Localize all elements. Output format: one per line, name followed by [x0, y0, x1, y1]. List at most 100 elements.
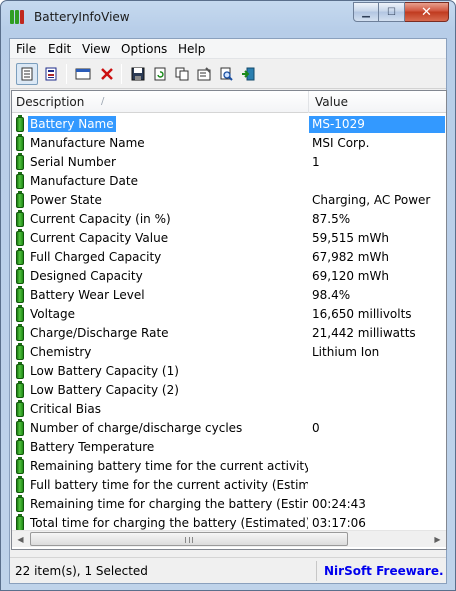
menu-view[interactable]: View [82, 42, 110, 56]
battery-icon [16, 514, 24, 531]
table-row[interactable]: Remaining battery time for the current a… [12, 457, 446, 476]
status-bar: 22 item(s), 1 Selected NirSoft Freeware.… [10, 557, 448, 583]
table-row[interactable]: Low Battery Capacity (1) [12, 362, 446, 381]
battery-icon [16, 476, 24, 493]
row-description: Current Capacity Value [30, 231, 169, 245]
close-icon: ✕ [421, 4, 432, 20]
scroll-right-icon[interactable]: ▶ [429, 531, 446, 548]
row-description: Remaining battery time for the current a… [30, 459, 308, 473]
row-description: Manufacture Date [30, 174, 138, 188]
title-bar[interactable]: BatteryInfoView ▁ ☐ ✕ [1, 1, 455, 35]
column-header-value[interactable]: Value [315, 95, 348, 109]
column-header-description[interactable]: Description [16, 95, 84, 109]
battery-icon [16, 191, 24, 208]
select-all-icon[interactable] [72, 63, 94, 85]
table-row[interactable]: Current Capacity Value 59,515 mWh [12, 229, 446, 248]
battery-icon [16, 115, 24, 132]
row-description: Low Battery Capacity (2) [30, 383, 179, 397]
table-row[interactable]: Power State Charging, AC Power [12, 191, 446, 210]
table-row[interactable]: Number of charge/discharge cycles 0 [12, 419, 446, 438]
table-row[interactable]: Battery Temperature [12, 438, 446, 457]
menu-file[interactable]: File [16, 42, 36, 56]
minimize-button[interactable]: ▁ [353, 2, 379, 22]
battery-icon [16, 419, 24, 436]
toolbar-separator [66, 64, 67, 84]
row-value: MSI Corp. [312, 136, 370, 150]
row-description: Battery Wear Level [30, 288, 145, 302]
row-description: Designed Capacity [30, 269, 143, 283]
scrollbar-thumb[interactable] [30, 532, 348, 546]
battery-icon [16, 400, 24, 417]
battery-icon [16, 172, 24, 189]
list-rows: Battery Name MS-1029 Manufacture Name MSI C… [12, 115, 446, 533]
table-row[interactable]: Battery Name MS-1029 [12, 115, 446, 134]
app-window: BatteryInfoView ▁ ☐ ✕ File Edit View Opt… [0, 0, 456, 591]
html-report-icon[interactable] [40, 63, 62, 85]
row-description: Battery Name [28, 116, 116, 132]
row-value: 98.4% [312, 288, 351, 302]
refresh-icon[interactable] [149, 63, 171, 85]
properties-dialog-icon[interactable] [193, 63, 215, 85]
horizontal-scrollbar[interactable]: ◀ ▶ [12, 530, 446, 547]
battery-icon [16, 267, 24, 284]
status-separator [316, 561, 317, 581]
battery-icon [16, 305, 24, 322]
table-row[interactable]: Chemistry Lithium Ion [12, 343, 446, 362]
row-description: Remaining time for charging the battery … [30, 497, 308, 511]
list-header: Description / Value [12, 91, 446, 113]
row-value: 1 [312, 155, 320, 169]
scrollbar-grip-icon [185, 537, 193, 543]
save-icon[interactable] [127, 63, 149, 85]
table-row[interactable]: Serial Number 1 [12, 153, 446, 172]
table-row[interactable]: Full battery time for the current activi… [12, 476, 446, 495]
app-battery-icon [10, 10, 26, 24]
table-row[interactable]: Manufacture Date [12, 172, 446, 191]
row-description: Chemistry [30, 345, 92, 359]
delete-icon[interactable] [96, 63, 118, 85]
table-row[interactable]: Current Capacity (in %) 87.5% [12, 210, 446, 229]
table-row[interactable]: Voltage 16,650 millivolts [12, 305, 446, 324]
exit-icon[interactable] [237, 63, 259, 85]
row-value: 87.5% [312, 212, 351, 226]
copy-icon[interactable] [171, 63, 193, 85]
battery-info-list[interactable]: Description / Value Battery Name MS-1029 M… [11, 90, 447, 550]
row-description: Critical Bias [30, 402, 101, 416]
battery-icon [16, 248, 24, 265]
maximize-button[interactable]: ☐ [379, 2, 405, 22]
table-row[interactable]: Battery Wear Level 98.4% [12, 286, 446, 305]
battery-icon [16, 362, 24, 379]
row-value: 16,650 millivolts [312, 307, 412, 321]
table-row[interactable]: Charge/Discharge Rate 21,442 milliwatts [12, 324, 446, 343]
table-row[interactable]: Critical Bias [12, 400, 446, 419]
table-row[interactable]: Low Battery Capacity (2) [12, 381, 446, 400]
row-description: Battery Temperature [30, 440, 155, 454]
menu-help[interactable]: Help [178, 42, 205, 56]
find-icon[interactable] [215, 63, 237, 85]
scroll-left-icon[interactable]: ◀ [12, 531, 29, 548]
nirsoft-link[interactable]: NirSoft Freeware. htt [324, 564, 448, 578]
battery-icon [16, 381, 24, 398]
row-value: 67,982 mWh [312, 250, 389, 264]
battery-icon [16, 343, 24, 360]
battery-icon [16, 495, 24, 512]
table-row[interactable]: Full Charged Capacity 67,982 mWh [12, 248, 446, 267]
row-description: Low Battery Capacity (1) [30, 364, 179, 378]
row-description: Serial Number [30, 155, 116, 169]
table-row[interactable]: Manufacture Name MSI Corp. [12, 134, 446, 153]
battery-icon [16, 153, 24, 170]
row-value: Lithium Ion [312, 345, 380, 359]
menu-edit[interactable]: Edit [48, 42, 71, 56]
table-row[interactable]: Remaining time for charging the battery … [12, 495, 446, 514]
close-button[interactable]: ✕ [405, 2, 449, 22]
row-value: 21,442 milliwatts [312, 326, 416, 340]
battery-icon [16, 134, 24, 151]
row-value: MS-1029 [309, 116, 445, 133]
status-item-count: 22 item(s), 1 Selected [15, 564, 148, 578]
row-value: 59,515 mWh [312, 231, 389, 245]
column-divider[interactable] [308, 91, 309, 113]
toolbar-separator [121, 64, 122, 84]
table-row[interactable]: Designed Capacity 69,120 mWh [12, 267, 446, 286]
properties-icon[interactable] [16, 63, 38, 85]
row-value: 69,120 mWh [312, 269, 389, 283]
menu-options[interactable]: Options [121, 42, 167, 56]
